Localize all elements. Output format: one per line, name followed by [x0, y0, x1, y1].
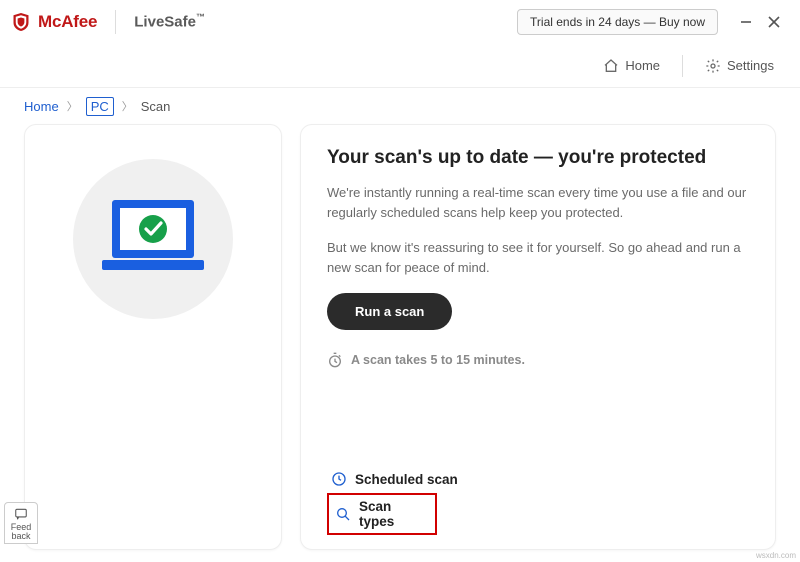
title-bar: McAfee LiveSafe™ Trial ends in 24 days —… — [0, 0, 800, 44]
minimize-icon — [739, 15, 753, 29]
feedback-tab[interactable]: Feed back — [4, 502, 38, 544]
scheduled-scan-link[interactable]: Scheduled scan — [327, 465, 749, 493]
scan-duration-text: A scan takes 5 to 15 minutes. — [351, 353, 525, 367]
speech-bubble-icon — [14, 507, 28, 521]
page-title: Your scan's up to date — you're protecte… — [327, 147, 749, 169]
scan-duration-hint: A scan takes 5 to 15 minutes. — [327, 352, 749, 368]
close-icon — [767, 15, 781, 29]
bottom-links: Scheduled scan Scan types — [327, 465, 749, 535]
nav-home[interactable]: Home — [595, 58, 668, 74]
illustration-card — [24, 124, 282, 550]
close-button[interactable] — [760, 8, 788, 36]
chevron-right-icon: 〉 — [67, 98, 78, 114]
laptop-protected-icon — [98, 194, 208, 284]
minimize-button[interactable] — [732, 8, 760, 36]
chevron-right-icon: 〉 — [122, 98, 133, 114]
crumb-scan: Scan — [141, 99, 171, 114]
product-name: LiveSafe™ — [134, 12, 205, 31]
scheduled-scan-label: Scheduled scan — [355, 472, 458, 487]
illustration-circle — [73, 159, 233, 319]
scan-types-label: Scan types — [359, 499, 429, 529]
brand-area: McAfee LiveSafe™ — [12, 10, 205, 34]
home-icon — [603, 58, 619, 74]
nav-divider — [682, 55, 683, 77]
content-area: Your scan's up to date — you're protecte… — [0, 124, 800, 562]
top-nav: Home Settings — [0, 44, 800, 88]
mcafee-shield-icon — [12, 12, 30, 32]
run-scan-button[interactable]: Run a scan — [327, 293, 452, 330]
nav-settings-label: Settings — [727, 58, 774, 73]
watermark: wsxdn.com — [756, 551, 796, 560]
trial-buy-now-button[interactable]: Trial ends in 24 days — Buy now — [517, 9, 718, 35]
brand-divider — [115, 10, 116, 34]
scan-types-link[interactable]: Scan types — [327, 493, 437, 535]
crumb-home[interactable]: Home — [24, 99, 59, 114]
paragraph-2: But we know it's reassuring to see it fo… — [327, 238, 749, 277]
brand-name: McAfee — [38, 12, 97, 32]
nav-home-label: Home — [625, 58, 660, 73]
paragraph-1: We're instantly running a real-time scan… — [327, 183, 749, 222]
clock-icon — [331, 471, 347, 487]
search-icon — [335, 506, 351, 522]
nav-settings[interactable]: Settings — [697, 58, 782, 74]
stopwatch-icon — [327, 352, 343, 368]
main-card: Your scan's up to date — you're protecte… — [300, 124, 776, 550]
breadcrumb: Home 〉 PC 〉 Scan — [0, 88, 800, 124]
gear-icon — [705, 58, 721, 74]
feedback-label-2: back — [9, 532, 33, 541]
crumb-pc[interactable]: PC — [86, 97, 114, 116]
